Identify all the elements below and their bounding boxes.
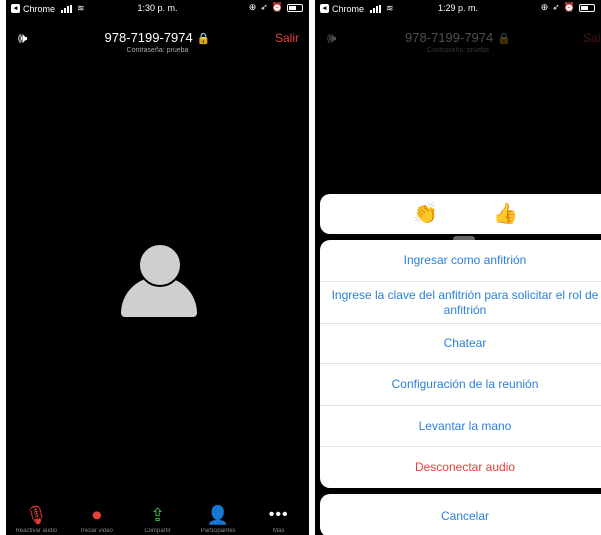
alarm-icon: ⏰	[271, 2, 283, 12]
participants-icon: 👤	[206, 505, 230, 525]
meeting-settings-button[interactable]: Configuración de la reunión	[320, 364, 601, 406]
mic-muted-icon: 🎙	[24, 505, 48, 525]
participants-label: Participantes	[200, 528, 236, 534]
action-sheet: Ingresar como anfitrión Ingrese la clave…	[320, 240, 601, 488]
participant-avatar	[119, 243, 199, 317]
meeting-toolbar: 🎙 Reactivar audio ⏺ Iniciar video ⇪ Comp…	[6, 497, 309, 535]
share-button[interactable]: ⇪ Compartir	[129, 505, 185, 535]
lock-rotation-icon: ⊕	[248, 2, 257, 12]
video-label: Iniciar video	[80, 528, 113, 534]
start-video-button[interactable]: ⏺ Iniciar video	[69, 505, 125, 535]
meeting-password: Contraseña: prueba	[126, 47, 189, 54]
meeting-screen: ◂ Chrome ≋ 1:30 p. m. ⊕ ➶ ⏰ 🕪 978-7199-7…	[6, 0, 309, 535]
meeting-id-text: 978-7199-7974	[104, 30, 193, 45]
unmute-button[interactable]: 🎙 Reactivar audio	[8, 505, 64, 535]
more-label: Más	[273, 528, 285, 534]
meeting-screen-more-menu: ◂ Chrome ≋ 1:29 p. m. ⊕ ➶ ⏰ 🕪 978-7199-7…	[315, 0, 601, 535]
battery-icon	[579, 3, 595, 12]
alarm-icon: ⏰	[563, 2, 575, 12]
video-off-icon: ⏺	[92, 505, 102, 525]
enter-host-key-button[interactable]: Ingrese la clave del anfitrión para soli…	[320, 282, 601, 324]
chat-button[interactable]: Chatear	[320, 324, 601, 364]
location-icon: ➶	[552, 2, 560, 12]
leave-button: Salir	[582, 31, 601, 45]
unmute-label: Reactivar audio	[15, 528, 58, 534]
meeting-id[interactable]: 978-7199-7974 🔒	[6, 30, 309, 45]
leave-button[interactable]: Salir	[275, 31, 299, 45]
cancel-button[interactable]: Cancelar	[320, 494, 601, 535]
claim-host-button[interactable]: Ingresar como anfitrión	[320, 240, 601, 282]
lock-icon: 🔒	[196, 33, 211, 45]
meeting-header: 🕪 978-7199-7974🔒 Contraseña: prueba Sali…	[6, 20, 309, 60]
meeting-header: 🕪 978-7199-7974🔒 Contraseña: prueba Sali…	[315, 20, 601, 60]
raise-hand-button[interactable]: Levantar la mano	[320, 406, 601, 447]
location-icon: ➶	[260, 2, 268, 12]
meeting-id-text: 978-7199-7974	[405, 30, 494, 45]
clap-reaction[interactable]: 👏	[413, 201, 438, 226]
more-icon: •••	[268, 506, 289, 523]
meeting-password: Contraseña: prueba	[427, 47, 489, 54]
share-label: Compartir	[144, 528, 171, 534]
thumbs-up-reaction[interactable]: 👍	[493, 201, 518, 226]
lock-rotation-icon: ⊕	[540, 2, 549, 12]
reactions-bar: 👏 👍	[320, 194, 601, 234]
battery-icon	[287, 3, 303, 12]
participants-button[interactable]: 👤 Participantes	[190, 505, 246, 535]
lock-icon: 🔒	[497, 33, 511, 45]
status-bar: ◂ Chrome ≋ 1:30 p. m. ⊕ ➶ ⏰	[6, 0, 309, 18]
disconnect-audio-button[interactable]: Desconectar audio	[320, 447, 601, 488]
meeting-id: 978-7199-7974 🔒	[315, 30, 601, 45]
status-bar: ◂ Chrome ≋ 1:29 p. m. ⊕ ➶ ⏰	[315, 0, 601, 18]
share-icon: ⇪	[149, 505, 166, 525]
more-button[interactable]: ••• Más	[251, 505, 307, 535]
